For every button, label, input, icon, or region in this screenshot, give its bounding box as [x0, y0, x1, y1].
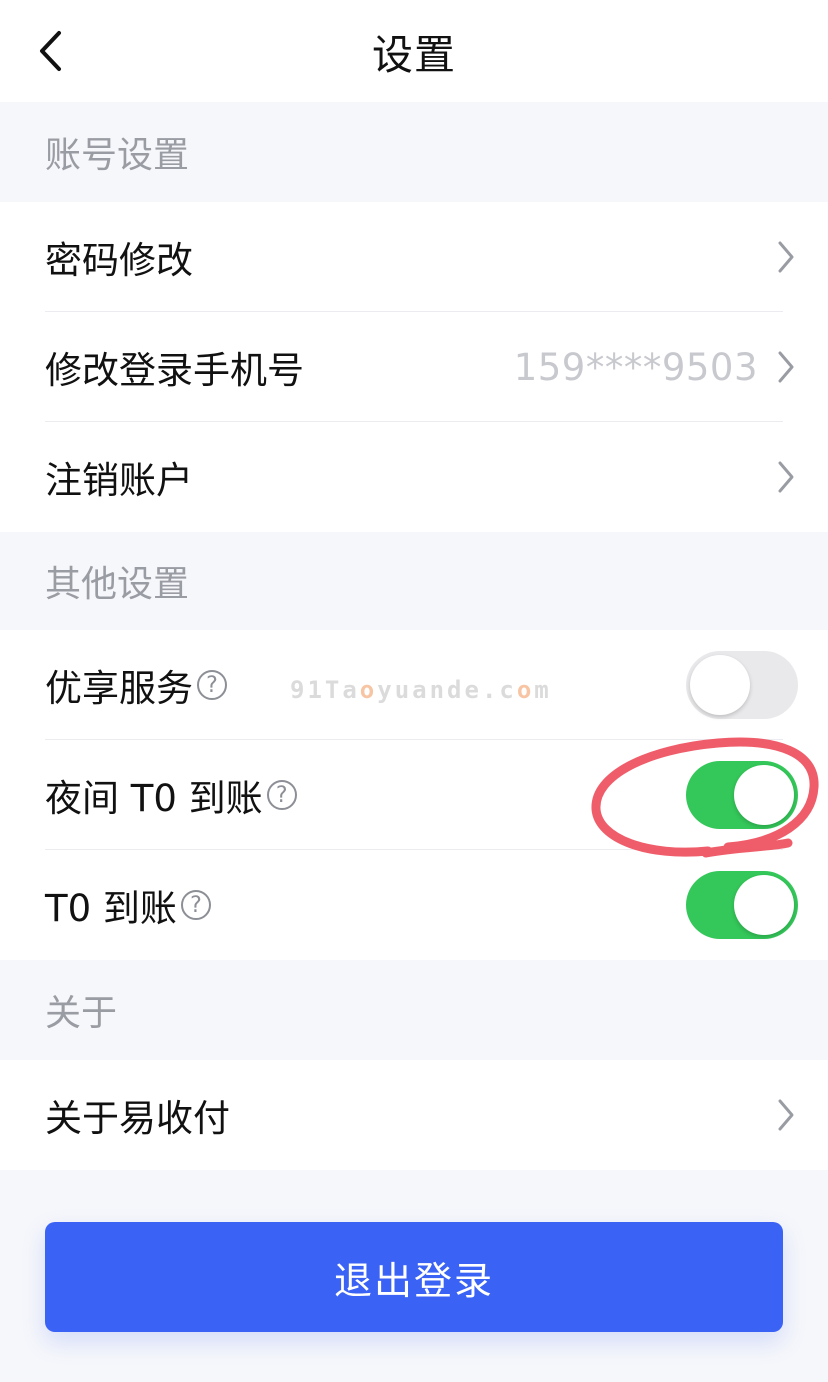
row-label: 注销账户: [45, 459, 193, 502]
watermark: 91Taoyuande.com: [290, 676, 552, 704]
nav-bar: 设置: [0, 0, 828, 102]
row-label-text: 夜间 T0 到账: [45, 777, 263, 820]
row-label: T0 到账 ?: [45, 878, 211, 932]
section-header-other: 其他设置: [0, 532, 828, 630]
row-cancel-account[interactable]: 注销账户: [0, 422, 828, 532]
chevron-right-icon: [776, 459, 798, 495]
section-header-about: 关于: [0, 960, 828, 1060]
bottom-area: 退出登录: [0, 1170, 828, 1332]
chevron-right-icon: [776, 349, 798, 385]
chevron-right-icon: [776, 1097, 798, 1133]
row-label: 优享服务 ?: [45, 658, 227, 712]
row-about-app[interactable]: 关于易收付: [0, 1060, 828, 1170]
section-header-account: 账号设置: [0, 102, 828, 202]
row-night-t0: 夜间 T0 到账 ?: [0, 740, 828, 850]
logout-button[interactable]: 退出登录: [45, 1222, 783, 1332]
row-t0: T0 到账 ?: [0, 850, 828, 960]
phone-value: 159****9503: [513, 345, 758, 389]
night-t0-toggle[interactable]: [686, 761, 798, 829]
toggle-knob: [690, 655, 750, 715]
help-icon[interactable]: ?: [266, 780, 297, 810]
page-title: 设置: [372, 31, 456, 79]
row-label: 关于易收付: [45, 1097, 230, 1140]
chevron-left-icon: [40, 31, 61, 71]
row-label-text: T0 到账: [45, 887, 177, 930]
help-icon[interactable]: ?: [197, 670, 227, 700]
toggle-knob: [734, 875, 794, 935]
chevron-right-icon: [776, 239, 798, 275]
back-button[interactable]: [30, 26, 70, 76]
toggle-knob: [734, 765, 794, 825]
help-icon[interactable]: ?: [180, 890, 211, 920]
row-label: 密码修改: [45, 239, 193, 282]
row-label-text: 优享服务: [45, 667, 193, 710]
t0-toggle[interactable]: [686, 871, 798, 939]
row-change-login-phone[interactable]: 修改登录手机号 159****9503: [0, 312, 828, 422]
row-label: 夜间 T0 到账 ?: [45, 768, 297, 822]
row-change-password[interactable]: 密码修改: [0, 202, 828, 312]
row-label: 修改登录手机号: [45, 349, 304, 392]
premium-service-toggle[interactable]: [686, 651, 798, 719]
